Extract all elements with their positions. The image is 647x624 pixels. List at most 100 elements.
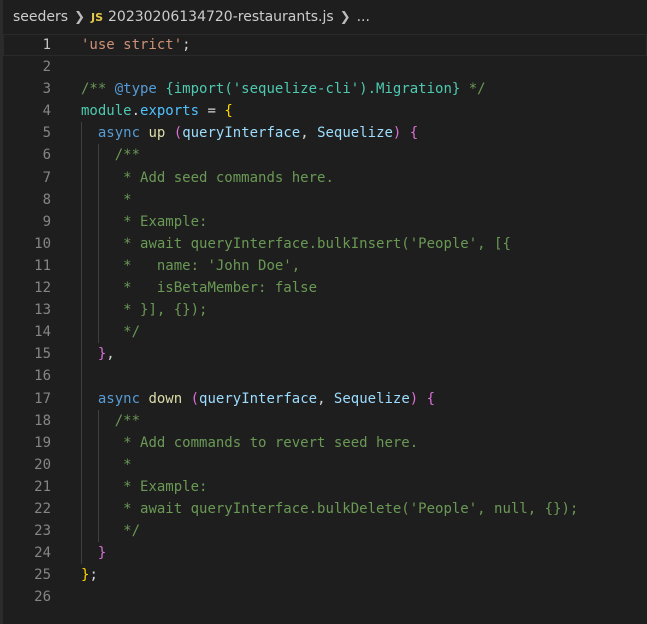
code-token: Sequelize	[333, 390, 410, 407]
code-token: 'use strict'	[81, 37, 183, 53]
indent-guide	[97, 210, 99, 233]
code-line[interactable]: 13 * }], {});	[3, 299, 647, 322]
breadcrumb-file[interactable]: 20230206134720-restaurants.js	[108, 9, 334, 25]
line-number: 25	[34, 567, 51, 584]
code-line[interactable]: 3 /** @type {import('sequelize-cli').Migr…	[3, 78, 647, 100]
breadcrumb-symbols[interactable]: ...	[357, 9, 370, 25]
code-line[interactable]: 15 },	[3, 343, 647, 366]
code-line[interactable]: 25};	[3, 564, 647, 586]
indent-guide	[81, 365, 82, 388]
code-token: * isBetaMember: false	[123, 280, 318, 297]
line-content: 'use strict';	[81, 34, 191, 56]
line-number: 15	[34, 346, 51, 363]
code-line[interactable]: 2	[3, 56, 647, 78]
code-token: /**	[114, 147, 141, 164]
indent-guide	[81, 475, 82, 498]
code-token: .	[131, 103, 141, 120]
code-token: ,	[317, 390, 334, 407]
code-area[interactable]: 1'use strict'; 2 3/** @type {import('seque…	[3, 34, 647, 608]
code-line[interactable]: 20 *	[3, 453, 647, 476]
code-editor[interactable]: seeders ❯ JS 20230206134720-restaurants.…	[0, 0, 647, 624]
indent-guide	[81, 188, 82, 211]
code-line[interactable]: 9 * Example:	[3, 210, 647, 233]
indent-guide	[81, 453, 82, 476]
line-number: 23	[34, 523, 51, 540]
line-number: 5	[42, 125, 51, 142]
code-token: ,	[300, 125, 318, 142]
line-content: *	[81, 188, 132, 211]
code-line[interactable]: 6 /**	[3, 144, 647, 167]
indent-guide	[81, 520, 82, 543]
code-token: async	[97, 125, 141, 142]
code-line[interactable]: 4 module.exports = {	[3, 100, 647, 122]
line-content: * isBetaMember: false	[81, 277, 318, 300]
line-number: 10	[34, 235, 51, 252]
code-token: {	[426, 390, 436, 407]
code-line[interactable]: 17 async down (queryInterface, Sequelize…	[3, 387, 647, 410]
code-line[interactable]: 24 }	[3, 542, 647, 565]
line-content: *	[81, 453, 132, 476]
indent-guide	[97, 144, 99, 167]
indent-guide	[81, 387, 82, 410]
line-content: * Example:	[81, 210, 207, 233]
code-line[interactable]: 10 * await queryInterface.bulkInsert('Pe…	[3, 232, 647, 255]
code-line[interactable]: 1 'use strict';	[3, 34, 647, 57]
code-line[interactable]: 19 * Add commands to revert seed here.	[3, 431, 647, 454]
code-token: Sequelize	[317, 125, 393, 142]
line-content: * name: 'John Doe',	[81, 254, 300, 278]
code-line[interactable]: 11 * name: 'John Doe',	[3, 254, 647, 278]
code-line[interactable]: 12 * isBetaMember: false	[3, 277, 647, 300]
code-line[interactable]: 16	[3, 365, 647, 388]
line-content: };	[81, 564, 98, 586]
code-token: {	[409, 125, 419, 142]
chevron-right-icon: ❯	[74, 9, 85, 25]
code-line[interactable]: 23 */	[3, 520, 647, 543]
code-line[interactable]: 26	[3, 586, 647, 608]
line-content: /**	[81, 144, 141, 167]
line-number: 22	[34, 500, 51, 517]
indent-guide	[81, 343, 82, 366]
line-number: 13	[34, 302, 51, 319]
code-line[interactable]: 18 /**	[3, 409, 647, 432]
line-number: 24	[34, 545, 51, 562]
indent-guide	[81, 431, 82, 454]
code-token: */	[460, 81, 486, 98]
line-number: 12	[34, 280, 51, 297]
line-number: 18	[34, 412, 51, 429]
code-token: {	[224, 103, 233, 120]
code-token: async	[97, 390, 141, 407]
code-line[interactable]: 14 */	[3, 321, 647, 344]
code-token: /**	[81, 81, 115, 98]
code-token: queryInterface	[182, 125, 301, 142]
indent-guide	[97, 254, 99, 278]
line-content: * Example:	[81, 475, 208, 498]
code-token: ;	[182, 37, 191, 53]
code-token: * Example:	[123, 478, 208, 495]
code-token: (	[190, 390, 200, 407]
indent-guide	[81, 409, 82, 432]
line-number: 7	[42, 169, 51, 186]
line-content: * Add commands to revert seed here.	[81, 431, 418, 454]
code-line[interactable]: 7 * Add seed commands here.	[3, 166, 647, 189]
code-token: *	[123, 456, 132, 473]
code-line[interactable]: 8 *	[3, 188, 647, 211]
indent-guide	[97, 497, 99, 521]
code-line[interactable]: 22 * await queryInterface.bulkDelete('Pe…	[3, 497, 647, 521]
line-number: 14	[34, 324, 51, 341]
code-line[interactable]: 5 async up (queryInterface, Sequelize) {	[3, 122, 647, 145]
code-line[interactable]: 21 * Example:	[3, 475, 647, 498]
code-token: (	[173, 125, 183, 142]
line-content: module.exports = {	[81, 100, 233, 122]
breadcrumb-folder[interactable]: seeders	[13, 9, 68, 25]
